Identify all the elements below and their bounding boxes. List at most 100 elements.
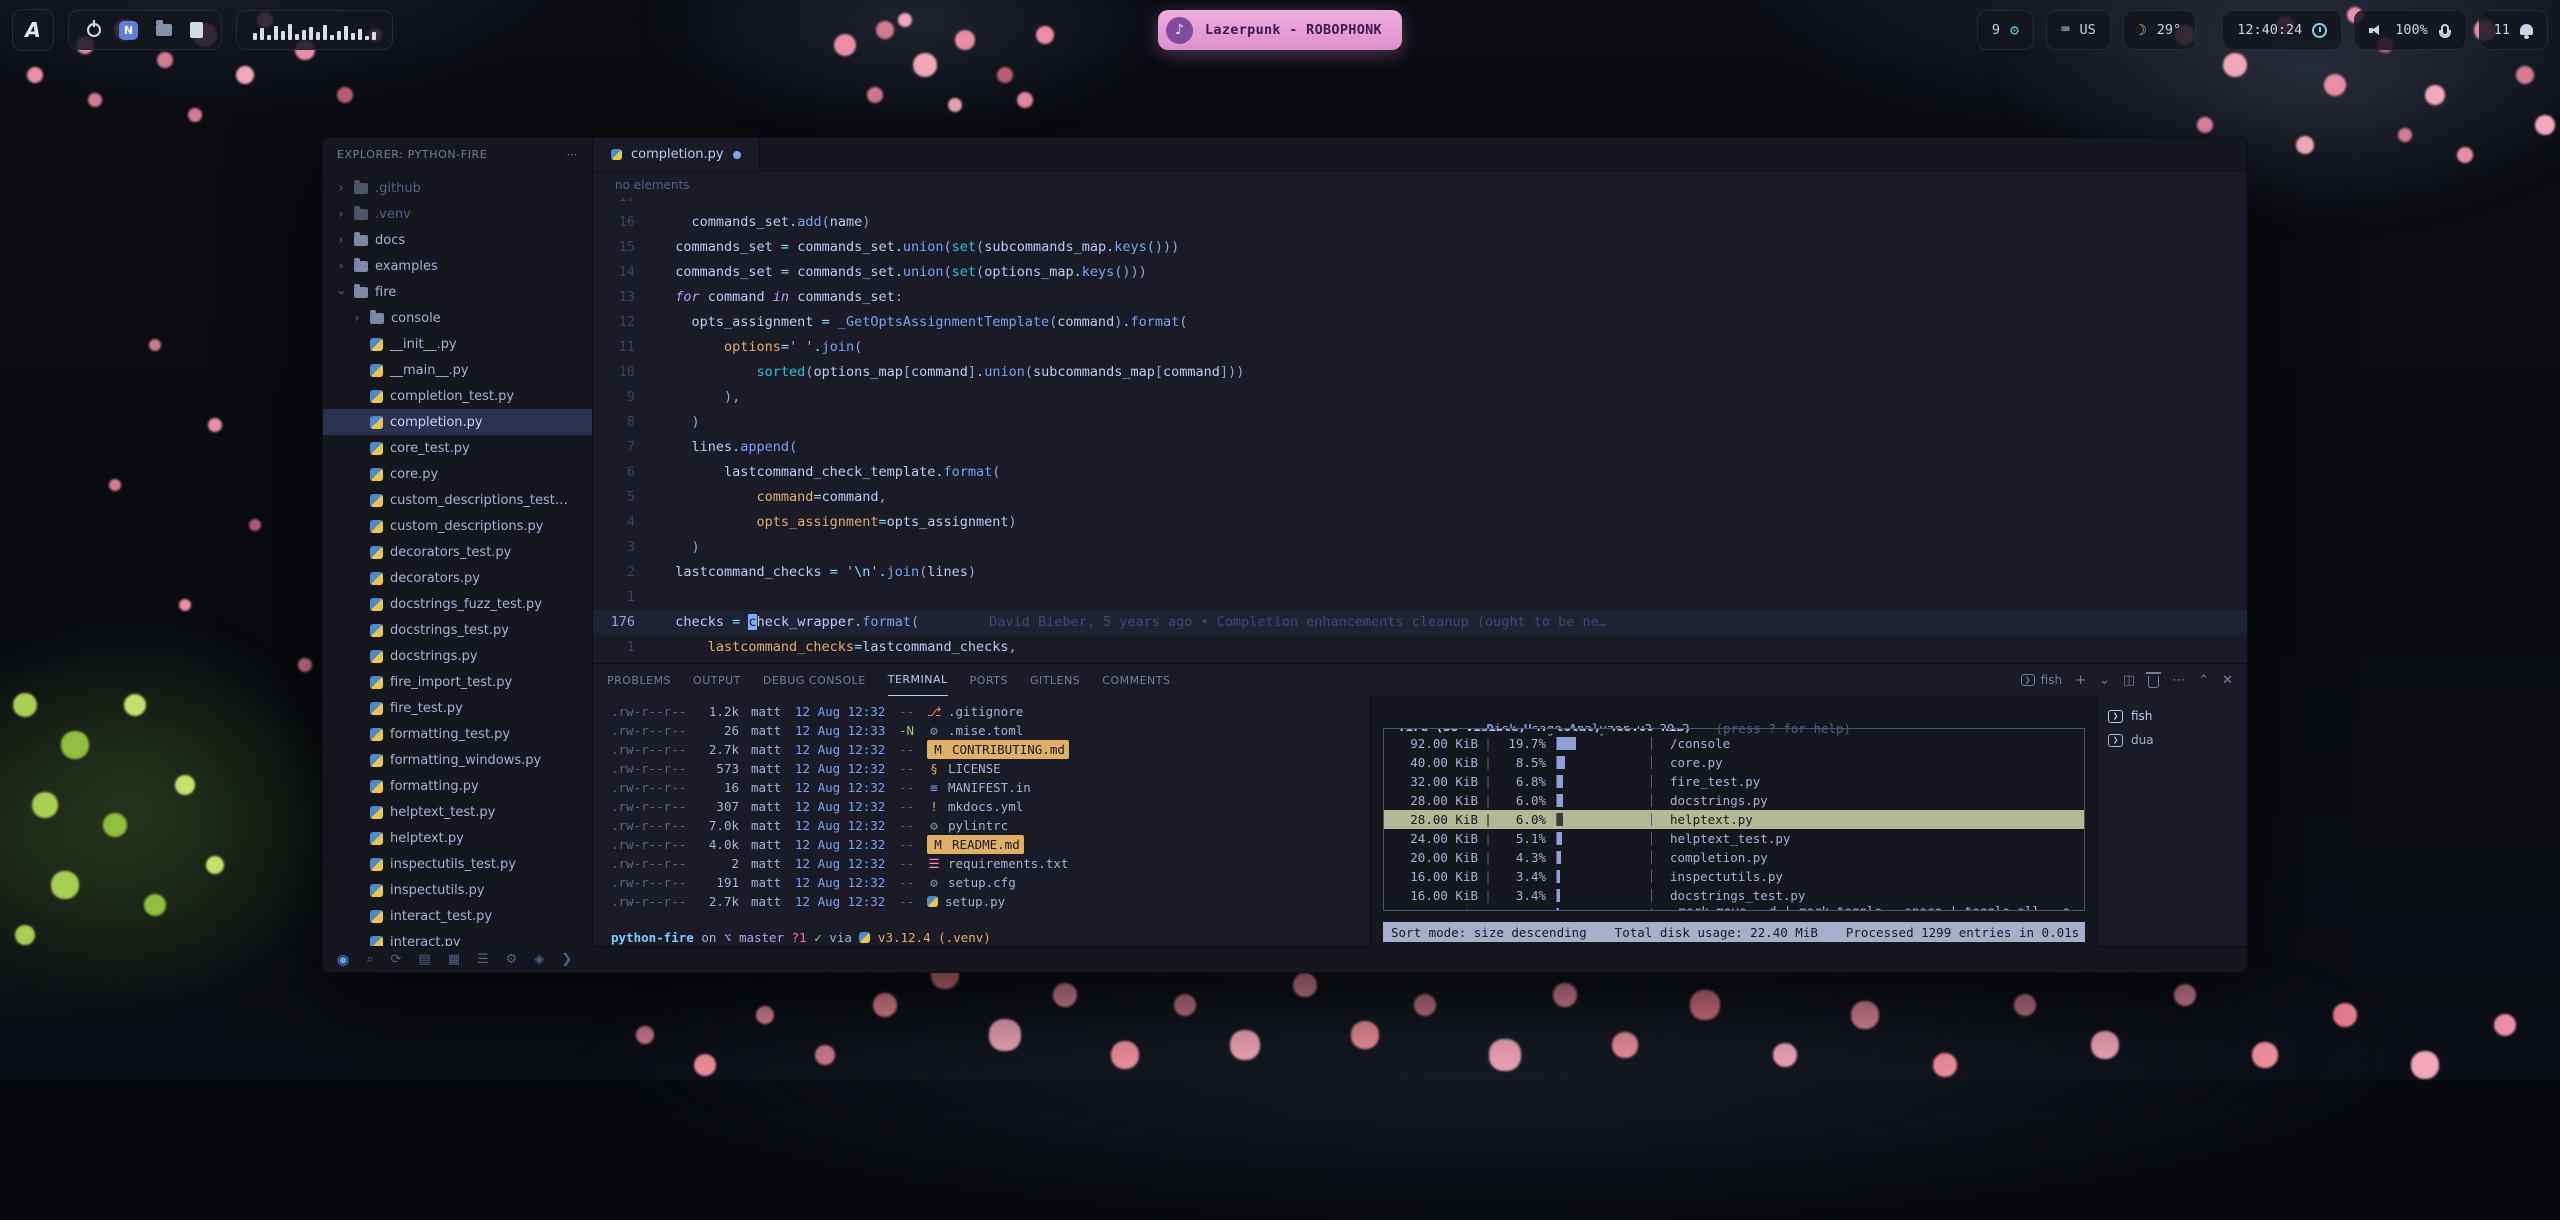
tree-item-custom-descriptions-test-[interactable]: custom_descriptions_test… — [323, 487, 592, 513]
tree-item-core-test-py[interactable]: core_test.py — [323, 435, 592, 461]
dua-row-docstrings-test-py[interactable]: 16.00 KiB|3.4%docstrings_test.py — [1384, 886, 2084, 905]
dua-row-inspectutils-py[interactable]: 16.00 KiB|3.4%inspectutils.py — [1384, 867, 2084, 886]
tree-item-formatting-py[interactable]: formatting.py — [323, 773, 592, 799]
list-icon[interactable]: ☰ — [477, 953, 489, 966]
volume-module[interactable]: 100% — [2354, 10, 2467, 50]
launcher-button[interactable]: A — [12, 9, 54, 51]
maximize-panel-button[interactable]: ⌃ — [2198, 673, 2209, 688]
close-panel-button[interactable]: ✕ — [2222, 673, 2233, 688]
dua-row-docstrings-py[interactable]: 28.00 KiB|6.0%docstrings.py — [1384, 791, 2084, 810]
dua-row-helptext-py[interactable]: 28.00 KiB|6.0%helptext.py — [1384, 810, 2084, 829]
code-line[interactable]: 3 ) — [593, 535, 2247, 560]
tree-item-custom-descriptions-py[interactable]: custom_descriptions.py — [323, 513, 592, 539]
split-terminal-button[interactable]: ◫ — [2123, 673, 2135, 688]
tree-item-helptext-test-py[interactable]: helptext_test.py — [323, 799, 592, 825]
tree-item-decorators-test-py[interactable]: decorators_test.py — [323, 539, 592, 565]
tree-item-examples[interactable]: ›examples — [323, 253, 592, 279]
tree-item--main-py[interactable]: __main__.py — [323, 357, 592, 383]
tree-item-docstrings-fuzz-test-py[interactable]: docstrings_fuzz_test.py — [323, 591, 592, 617]
tree-item-fire-test-py[interactable]: fire_test.py — [323, 695, 592, 721]
dua-row-completion-py[interactable]: 20.00 KiB|4.3%completion.py — [1384, 848, 2084, 867]
remote-indicator[interactable]: ◉ — [337, 953, 349, 967]
more-actions-button[interactable]: ⋯ — [2172, 673, 2185, 688]
terminal-profile-chip[interactable]: ❯ fish — [2021, 673, 2062, 687]
dua-row-core-py[interactable]: 40.00 KiB|8.5%core.py — [1384, 753, 2084, 772]
terminal-session-dua[interactable]: ❯dua — [2108, 728, 2237, 752]
code-line[interactable]: 176 checks = check_wrapper.format(David … — [593, 610, 2247, 635]
notes-icon[interactable] — [190, 22, 203, 38]
code-line[interactable]: 17 """ — [593, 198, 2247, 210]
code-line[interactable]: 6 lastcommand_check_template.format( — [593, 460, 2247, 485]
gear-icon[interactable]: ⚙ — [506, 953, 518, 966]
dua-row-fire-test-py[interactable]: 32.00 KiB|6.8%fire_test.py — [1384, 772, 2084, 791]
profile-dropdown-chevron[interactable]: ⌄ — [2099, 673, 2110, 688]
code-editor[interactable]: 17 """16 commands_set.add(name)15 comman… — [593, 198, 2247, 663]
folder-icon[interactable] — [156, 24, 172, 36]
tree-item-formatting-windows-py[interactable]: formatting_windows.py — [323, 747, 592, 773]
diamond-icon[interactable]: ◈ — [534, 953, 544, 966]
folder-icon[interactable]: ▤ — [418, 953, 430, 966]
weather-module[interactable]: ☽ 29° — [2123, 10, 2196, 50]
clock-module[interactable]: 12:40:24 — [2222, 10, 2342, 50]
panel-tab-output[interactable]: OUTPUT — [693, 664, 741, 696]
breadcrumb[interactable]: no elements — [593, 172, 2247, 198]
tree-item-helptext-py[interactable]: helptext.py — [323, 825, 592, 851]
tree-item-fire[interactable]: ›fire — [323, 279, 592, 305]
code-line[interactable]: 4 opts_assignment=opts_assignment) — [593, 510, 2247, 535]
tab-completion-py[interactable]: completion.py — [593, 138, 760, 171]
keyboard-layout-module[interactable]: ⌨ US — [2046, 10, 2111, 50]
code-line[interactable]: 14 commands_set = commands_set.union(set… — [593, 260, 2247, 285]
tree-item-docs[interactable]: ›docs — [323, 227, 592, 253]
record-icon[interactable] — [87, 23, 101, 37]
code-line[interactable]: 15 commands_set = commands_set.union(set… — [593, 235, 2247, 260]
tree-item-formatting-test-py[interactable]: formatting_test.py — [323, 721, 592, 747]
tree-item-docstrings-py[interactable]: docstrings.py — [323, 643, 592, 669]
panel-tab-ports[interactable]: PORTS — [970, 664, 1008, 696]
neovim-badge[interactable]: N — [119, 21, 138, 40]
tree-item-inspectutils-py[interactable]: inspectutils.py — [323, 877, 592, 903]
code-line[interactable]: 9 ), — [593, 385, 2247, 410]
search-icon[interactable]: ⌕ — [366, 953, 373, 966]
code-line[interactable]: 1 lastcommand_checks=lastcommand_checks, — [593, 635, 2247, 660]
tree-item-inspectutils-test-py[interactable]: inspectutils_test.py — [323, 851, 592, 877]
code-line[interactable]: 10 sorted(options_map[command].union(sub… — [593, 360, 2247, 385]
tree-item-console[interactable]: ›console — [323, 305, 592, 331]
terminal-dua[interactable]: Disk Usage Analyzer v2.29.2(press ? for … — [1370, 696, 2097, 946]
sync-icon[interactable]: ⟳ — [391, 953, 402, 966]
prompt-icon[interactable]: ❯ — [561, 953, 572, 966]
code-line[interactable]: 12 opts_assignment = _GetOptsAssignmentT… — [593, 310, 2247, 335]
tree-item-completion-py[interactable]: completion.py — [323, 409, 592, 435]
tree-item-docstrings-test-py[interactable]: docstrings_test.py — [323, 617, 592, 643]
panel-tab-debug-console[interactable]: DEBUG CONSOLE — [763, 664, 866, 696]
dua-row--console[interactable]: 92.00 KiB|19.7%/console — [1384, 734, 2084, 753]
tree-item-decorators-py[interactable]: decorators.py — [323, 565, 592, 591]
code-line[interactable]: 13 for command in commands_set: — [593, 285, 2247, 310]
tree-item-fire-import-test-py[interactable]: fire_import_test.py — [323, 669, 592, 695]
tree-item--github[interactable]: ›.github — [323, 175, 592, 201]
terminal-fish[interactable]: .rw-r--r--1.2kmatt12 Aug 12:32--⎇.gitign… — [593, 696, 1370, 946]
terminal-session-fish[interactable]: ❯fish — [2108, 704, 2237, 728]
code-line[interactable]: 2 lastcommand_checks = '\n'.join(lines) — [593, 560, 2247, 585]
notifications-module[interactable]: 11 — [2479, 10, 2548, 50]
code-line[interactable]: 16 commands_set.add(name) — [593, 210, 2247, 235]
code-line[interactable]: 1 — [593, 585, 2247, 610]
tree-item-completion-test-py[interactable]: completion_test.py — [323, 383, 592, 409]
code-line[interactable]: 5 command=command, — [593, 485, 2247, 510]
panel-tab-comments[interactable]: COMMENTS — [1102, 664, 1170, 696]
code-line[interactable]: 8 ) — [593, 410, 2247, 435]
tree-item--init-py[interactable]: __init__.py — [323, 331, 592, 357]
panel-tab-gitlens[interactable]: GITLENS — [1030, 664, 1080, 696]
music-player-widget[interactable]: ♪ Lazerpunk - ROBOPHONK — [1158, 10, 1402, 50]
tree-item-interact-py[interactable]: interact.py — [323, 929, 592, 946]
panel-tab-terminal[interactable]: TERMINAL — [888, 664, 948, 696]
updates-module[interactable]: 9 ⚙ — [1977, 10, 2034, 50]
code-line[interactable]: 11 options=' '.join( — [593, 335, 2247, 360]
dua-row-helptext-test-py[interactable]: 24.00 KiB|5.1%helptext_test.py — [1384, 829, 2084, 848]
tree-item-core-py[interactable]: core.py — [323, 461, 592, 487]
new-terminal-button[interactable]: + — [2075, 673, 2086, 688]
code-line[interactable]: 7 lines.append( — [593, 435, 2247, 460]
explorer-more-icon[interactable]: ⋯ — [566, 148, 578, 161]
modified-dot-icon[interactable] — [733, 151, 741, 159]
layout-icon[interactable]: ▦ — [448, 953, 460, 966]
tree-item-interact-test-py[interactable]: interact_test.py — [323, 903, 592, 929]
